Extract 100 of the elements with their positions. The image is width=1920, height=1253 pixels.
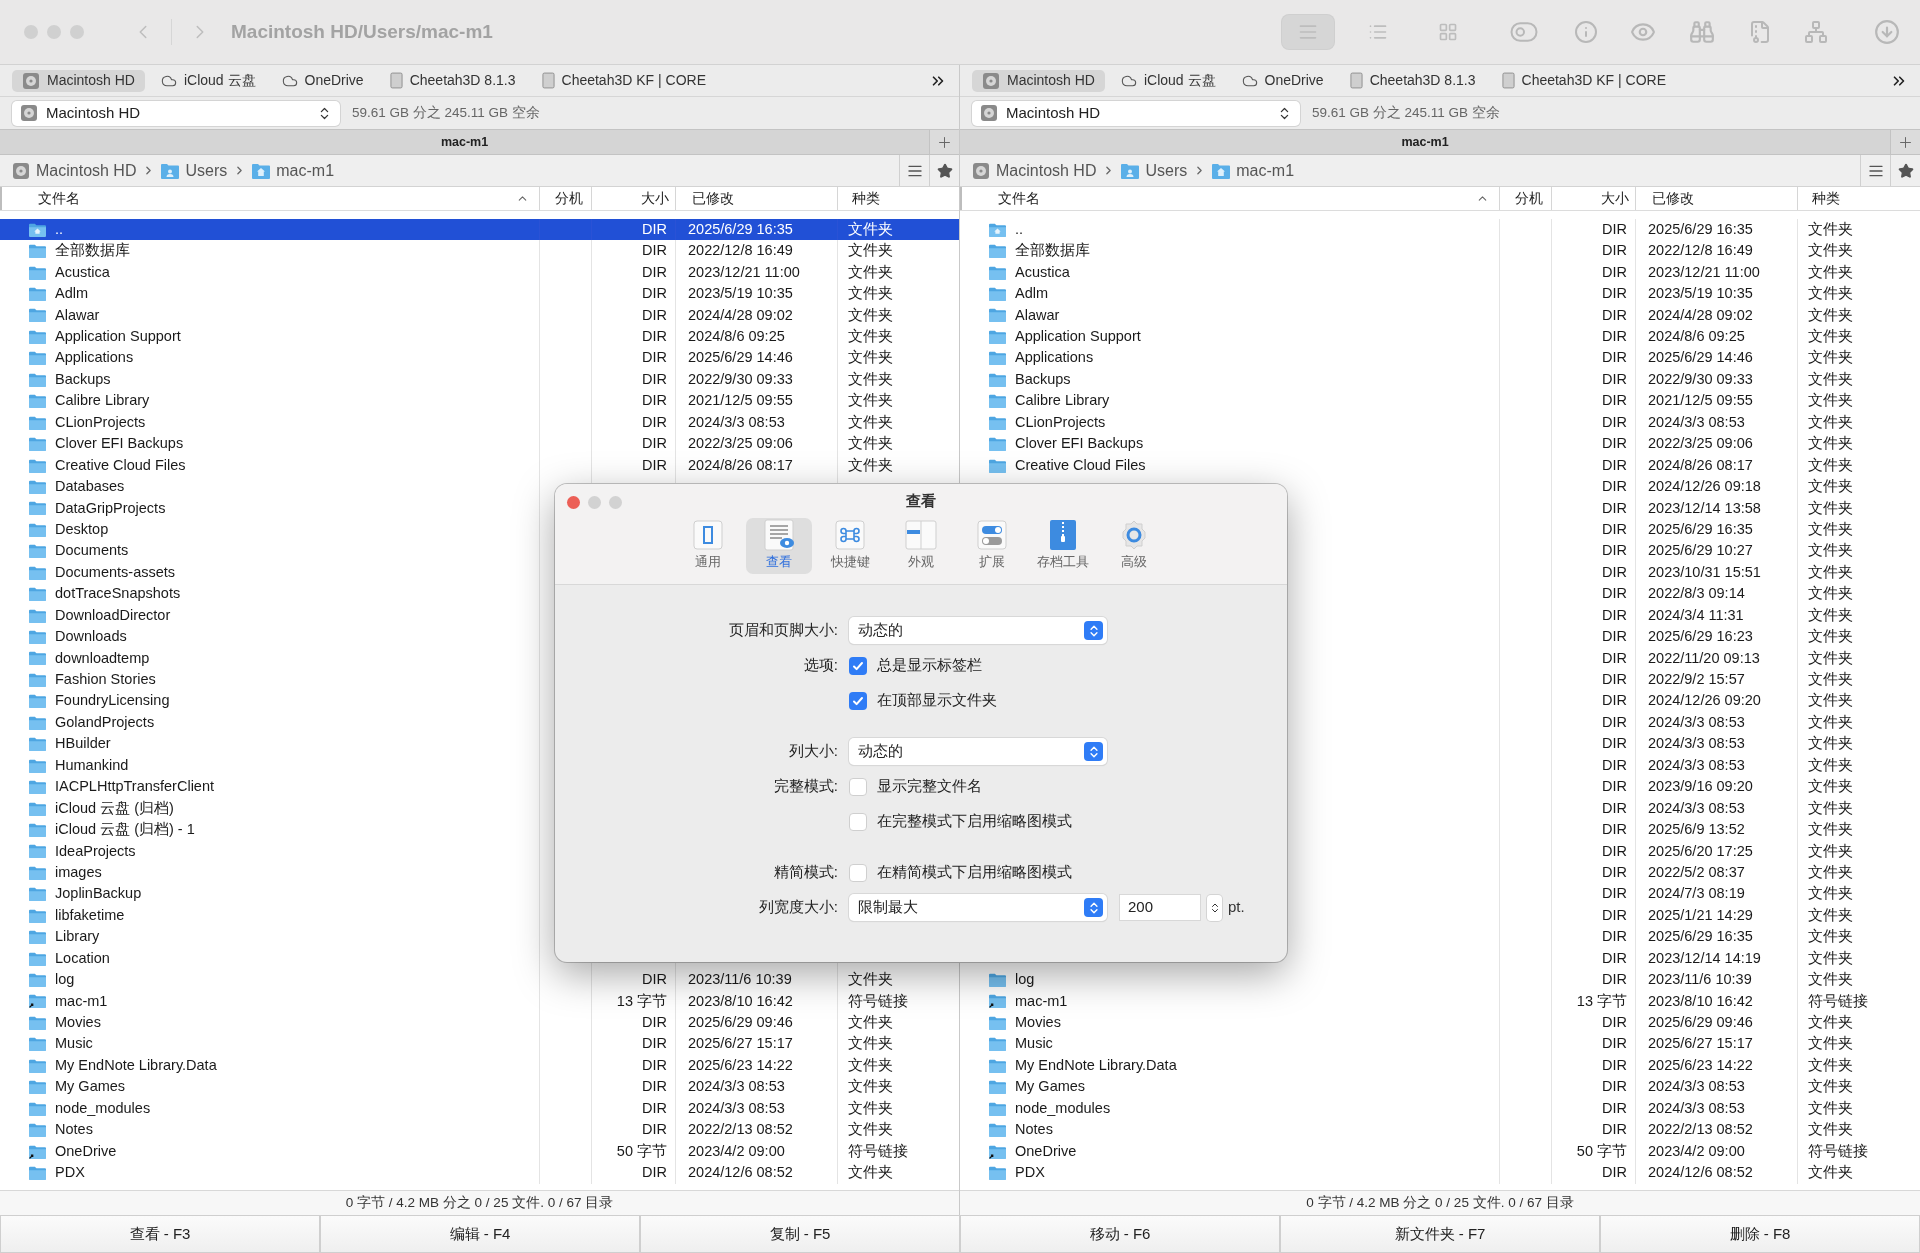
breadcrumb-item[interactable]: Users [161,158,228,183]
file-size: DIR [1602,498,1627,518]
file-name: Notes [55,1120,93,1140]
favorite-item[interactable]: Cheetah3D 8.1.3 [379,69,526,92]
checkbox[interactable] [849,691,867,710]
column-header[interactable]: 大小 [641,188,669,209]
zoom-button[interactable] [70,25,84,39]
file-name: PDX [1015,1163,1045,1183]
star-icon[interactable] [1897,162,1914,179]
close-button[interactable] [567,496,580,509]
folder-alias-icon [29,1144,46,1159]
window-title: Macintosh HD/Users/mac-m1 [231,19,493,44]
binoculars-icon[interactable] [1688,19,1716,45]
column-header[interactable]: 已修改 [692,188,734,209]
favorite-item[interactable]: iCloud 云盘 [150,69,266,92]
folder-icon [989,308,1006,323]
stepper-icon[interactable] [1207,894,1222,921]
file-size: DIR [642,391,667,411]
checkbox[interactable] [849,777,867,796]
favorite-item[interactable]: OneDrive [271,69,374,92]
file-name: Music [55,1034,93,1054]
checkbox[interactable] [849,812,867,831]
number-field[interactable]: 200 [1119,894,1201,921]
column-header[interactable]: 种类 [1812,188,1840,209]
column-header[interactable]: 种类 [852,188,880,209]
file-size: DIR [1602,905,1627,925]
column-header[interactable]: 大小 [1601,188,1629,209]
column-header[interactable]: 分机 [1515,188,1543,209]
star-icon[interactable] [936,162,953,179]
folder-icon [29,1165,46,1180]
folder-icon [29,372,46,387]
volume-icon [389,72,403,89]
file-name: log [55,970,75,990]
file-type: 文件夹 [1808,434,1853,454]
breadcrumb-item[interactable]: Macintosh HD [972,158,1097,183]
network-icon[interactable] [1804,19,1828,45]
file-size: DIR [642,1098,667,1118]
favorite-item[interactable]: OneDrive [1231,69,1334,92]
function-key-button[interactable]: 复制 - F5 [640,1215,960,1253]
modified-date: 2025/6/29 14:46 [1648,348,1753,368]
column-header[interactable]: 已修改 [1652,188,1694,209]
dropdown[interactable]: 动态的 [849,738,1107,765]
minimize-button[interactable] [47,25,61,39]
archive-icon[interactable] [1748,19,1772,45]
list-view-icon[interactable] [1282,15,1334,49]
info-icon[interactable] [1574,20,1598,44]
column-header[interactable]: 文件名 [998,188,1040,209]
minimize-button[interactable] [588,496,601,509]
close-button[interactable] [24,25,38,39]
preferences-tab[interactable]: 查看 [746,517,812,574]
file-name: 全部数据库 [55,241,130,261]
breadcrumb-item[interactable]: mac-m1 [252,158,335,183]
folder-icon [29,651,46,666]
modified-date: 2025/6/29 10:27 [1648,541,1753,561]
favorite-item[interactable]: iCloud 云盘 [1110,69,1226,92]
file-type: 文件夹 [848,262,893,282]
zoom-button[interactable] [609,496,622,509]
favorite-item[interactable]: Macintosh HD [972,69,1105,92]
folder-icon [29,951,46,966]
folder-alias-icon [989,994,1006,1009]
drive-select[interactable]: Macintosh HD [972,100,1300,126]
file-row[interactable]: .. DIR 2025/6/29 16:35 文件夹 [0,219,959,241]
drive-select[interactable]: Macintosh HD [12,100,340,126]
folder-icon [161,162,180,179]
function-key-button[interactable]: 移动 - F6 [960,1215,1280,1253]
free-space: 59.61 GB 分之 245.11 GB 空余 [352,103,540,122]
file-size: 50 字节 [1576,1141,1627,1161]
list-eye-icon [763,519,795,552]
breadcrumb-item[interactable]: mac-m1 [1212,158,1295,183]
toggles-icon [976,519,1008,552]
column-header[interactable]: 分机 [555,188,583,209]
modified-date: 2024/3/3 08:53 [1648,1098,1745,1118]
modified-date: 2025/6/9 13:52 [1648,820,1745,840]
function-key-button[interactable]: 查看 - F3 [0,1215,320,1253]
checkbox[interactable] [849,656,867,675]
file-type: 文件夹 [848,241,893,261]
file-name: Location [55,948,110,968]
favorite-item[interactable]: Cheetah3D KF | CORE [531,69,716,92]
favorite-item[interactable]: Cheetah3D KF | CORE [1491,69,1676,92]
column-header[interactable]: 文件名 [38,188,80,209]
download-icon[interactable] [1874,19,1900,45]
function-key-button[interactable]: 编辑 - F4 [320,1215,640,1253]
stepper-icon [1084,898,1103,917]
volume-icon [1349,72,1363,89]
dropdown[interactable]: 动态的 [849,617,1107,644]
checkbox[interactable] [849,863,867,882]
favorite-item[interactable]: Cheetah3D 8.1.3 [1339,69,1486,92]
folder-icon [29,522,46,537]
file-size: DIR [1602,841,1627,861]
favorite-item[interactable]: Macintosh HD [12,69,145,92]
dropdown[interactable]: 限制最大 [849,894,1107,921]
file-name: dotTraceSnapshots [55,584,181,604]
file-size: DIR [1602,219,1627,239]
file-type: 文件夹 [1808,369,1853,389]
breadcrumb-item[interactable]: Macintosh HD [12,158,137,183]
modified-date: 2022/5/2 08:37 [1648,862,1745,882]
function-key-button[interactable]: 新文件夹 - F7 [1280,1215,1600,1253]
file-name: Application Support [55,327,181,347]
breadcrumb-item[interactable]: Users [1121,158,1188,183]
function-key-button[interactable]: 删除 - F8 [1600,1215,1920,1253]
